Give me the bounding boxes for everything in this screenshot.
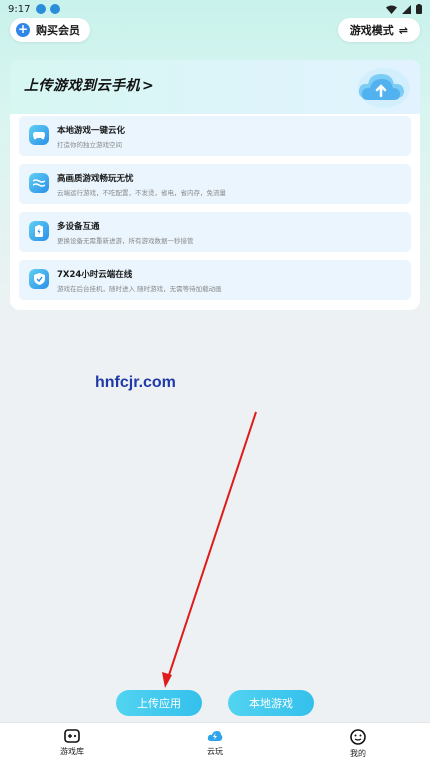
feature-item: 高画质游戏畅玩无忧 云端运行游戏，不吃配置，不发烫，省电，省内存，免流量: [19, 164, 411, 204]
tab-label: 云玩: [207, 747, 223, 756]
watermark: hnfcjr.com: [95, 374, 176, 391]
shield-check-icon: [29, 269, 49, 289]
game-mode-label: 游戏模式: [349, 24, 394, 37]
gamepad-icon: [29, 125, 49, 145]
feature-item: 7X24小时云端在线 游戏在后台挂机，随时进入 随时游戏，无需等待加载动画: [19, 260, 411, 300]
buy-member-button[interactable]: + 购买会员: [10, 18, 90, 42]
swap-icon: ⇌: [398, 23, 408, 37]
local-games-button[interactable]: 本地游戏: [228, 690, 314, 716]
tab-game-library[interactable]: 游戏库: [32, 729, 112, 757]
buy-member-label: 购买会员: [36, 24, 80, 37]
notification-icon: [50, 4, 61, 14]
signal-icon: [402, 4, 411, 14]
chevron-right-icon: >: [142, 78, 155, 94]
gamepad-tab-icon: [64, 729, 80, 743]
feature-title: 多设备互通: [57, 222, 100, 232]
upload-game-card: 上传游戏到云手机 > 本地游戏一键云化 打造你的独立游戏空间 高画质游戏畅玩无忧 …: [10, 60, 420, 310]
status-time: 9:17: [8, 3, 31, 15]
battery-icon: [29, 221, 49, 241]
plus-icon: +: [16, 22, 30, 37]
feature-item: 本地游戏一键云化 打造你的独立游戏空间: [19, 116, 411, 156]
bottom-tab-bar: 游戏库 云玩 我的: [0, 722, 430, 764]
feature-item: 多设备互通 更换设备无需重新进游，所有游戏数据一秒接管: [19, 212, 411, 252]
lightning-cloud-icon: [207, 731, 223, 741]
cloud-upload-icon: [358, 68, 410, 108]
tab-label: 游戏库: [60, 747, 84, 756]
feature-desc: 游戏在后台挂机，随时进入 随时游戏，无需等待加载动画: [57, 285, 222, 293]
upload-app-button[interactable]: 上传应用: [116, 690, 202, 716]
wifi-icon: [386, 5, 397, 14]
header-row: + 购买会员 游戏模式 ⇌: [0, 18, 430, 44]
battery-status-icon: [416, 4, 422, 14]
waves-icon: [29, 173, 49, 193]
feature-desc: 打造你的独立游戏空间: [57, 141, 122, 149]
card-banner[interactable]: 上传游戏到云手机 >: [10, 60, 420, 114]
feature-title: 高画质游戏畅玩无忧: [57, 174, 134, 184]
card-title[interactable]: 上传游戏到云手机 >: [24, 75, 154, 95]
smiley-icon: [350, 729, 366, 745]
game-mode-button[interactable]: 游戏模式 ⇌: [337, 18, 420, 42]
feature-desc: 云端运行游戏，不吃配置，不发烫，省电，省内存，免流量: [57, 189, 226, 197]
tab-mine[interactable]: 我的: [318, 729, 398, 759]
feature-desc: 更换设备无需重新进游，所有游戏数据一秒接管: [57, 237, 194, 245]
tab-cloud-play[interactable]: 云玩: [175, 729, 255, 757]
status-bar: 9:17: [0, 0, 430, 18]
card-title-text: 上传游戏到云手机: [24, 78, 140, 94]
notification-icon: [36, 4, 47, 14]
feature-title: 7X24小时云端在线: [57, 270, 133, 280]
tab-label: 我的: [350, 749, 366, 758]
feature-title: 本地游戏一键云化: [57, 126, 126, 136]
